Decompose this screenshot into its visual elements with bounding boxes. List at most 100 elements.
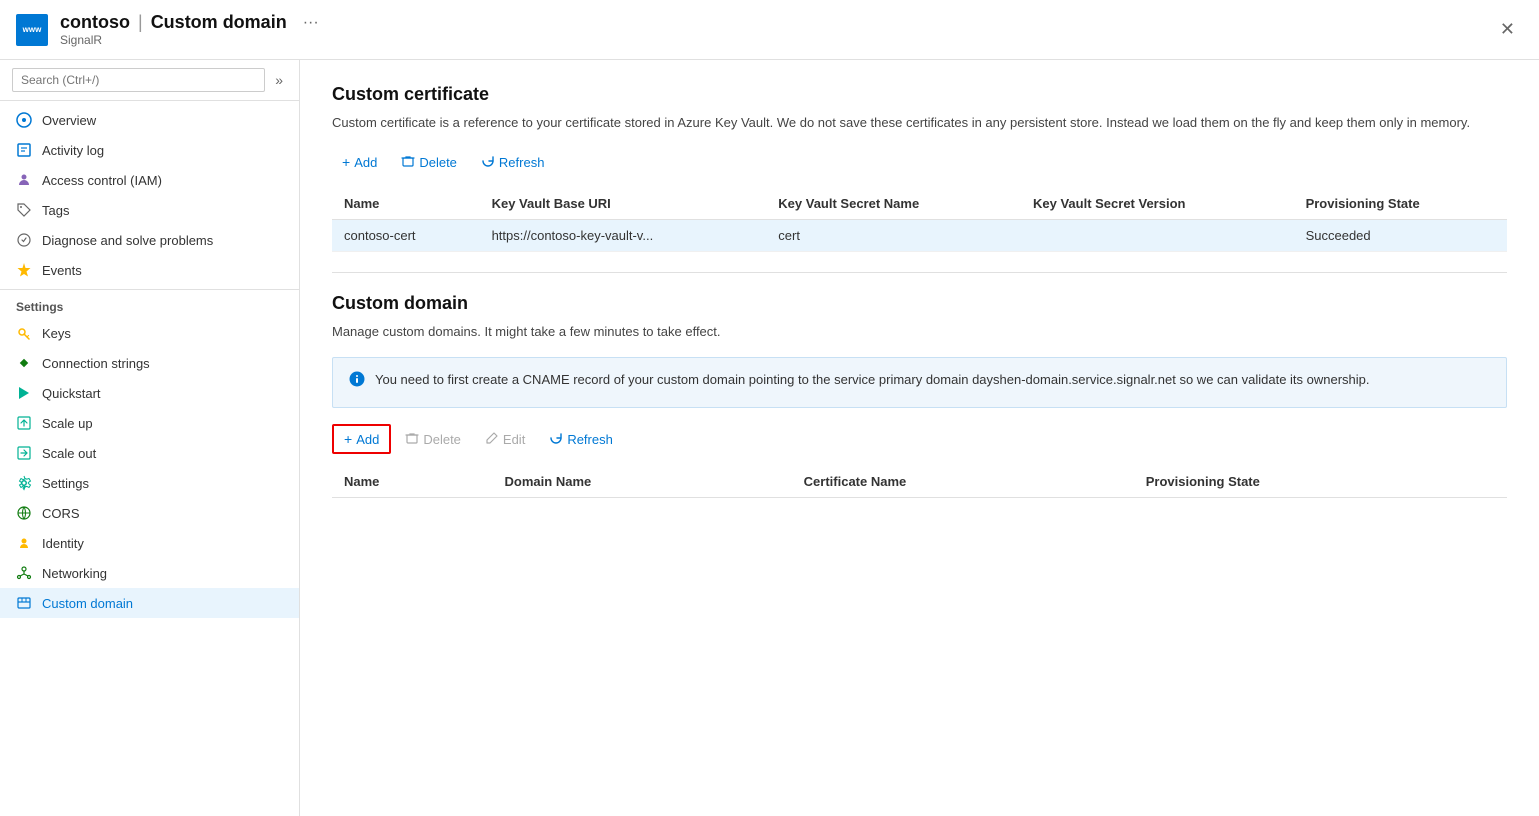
cert-row-secret-name: cert [766,219,1021,251]
title-ellipsis[interactable]: ··· [303,14,319,32]
cert-add-button[interactable]: + Add [332,149,387,175]
identity-icon [16,535,32,551]
activity-log-icon [16,142,32,158]
edit-icon [485,431,499,448]
cert-section-desc: Custom certificate is a reference to you… [332,113,1507,133]
scale-up-icon [16,415,32,431]
domain-section-title: Custom domain [332,293,1507,314]
domain-info-box: You need to first create a CNAME record … [332,357,1507,408]
sidebar-nav: Overview Activity log Access control (IA… [0,101,299,816]
cert-delete-button[interactable]: Delete [391,149,467,176]
cert-row-secret-version [1021,219,1294,251]
custom-domain-icon [16,595,32,611]
sidebar-item-label: Scale out [42,446,96,461]
overview-icon [16,112,32,128]
sidebar-search-area: » [0,60,299,101]
refresh-icon [481,154,495,171]
domain-refresh-button[interactable]: Refresh [539,426,623,453]
resource-icon: www [16,14,48,46]
networking-icon [16,565,32,581]
delete-icon [401,154,415,171]
sidebar-item-label: Quickstart [42,386,101,401]
cert-row-keyvault-uri: https://contoso-key-vault-v... [480,219,767,251]
sidebar-item-label: Scale up [42,416,93,431]
sidebar-item-label: Access control (IAM) [42,173,162,188]
scale-out-icon [16,445,32,461]
sidebar-item-keys[interactable]: Keys [0,318,299,348]
search-input[interactable] [12,68,265,92]
sidebar-item-tags[interactable]: Tags [0,195,299,225]
domain-edit-button[interactable]: Edit [475,426,535,453]
sidebar-item-label: Connection strings [42,356,150,371]
access-control-icon [16,172,32,188]
cert-section-title: Custom certificate [332,84,1507,105]
sidebar-item-label: Activity log [42,143,104,158]
domain-col-domain-name: Domain Name [493,466,792,498]
add-icon: + [342,154,350,170]
page-title: contoso | Custom domain ··· [60,12,319,33]
sidebar-item-label: Overview [42,113,96,128]
sidebar-item-scale-out[interactable]: Scale out [0,438,299,468]
sidebar-item-label: Keys [42,326,71,341]
diagnose-icon [16,232,32,248]
quickstart-icon [16,385,32,401]
sidebar-item-identity[interactable]: Identity [0,528,299,558]
settings-section-label: Settings [0,289,299,318]
sidebar-item-label: Networking [42,566,107,581]
cert-refresh-button[interactable]: Refresh [471,149,555,176]
sidebar-item-label: Events [42,263,82,278]
sidebar-item-connection-strings[interactable]: Connection strings [0,348,299,378]
domain-section-desc: Manage custom domains. It might take a f… [332,322,1507,342]
sidebar-item-custom-domain[interactable]: Custom domain [0,588,299,618]
cert-col-name: Name [332,188,480,220]
cert-row-name: contoso-cert [332,219,480,251]
sidebar-item-activity-log[interactable]: Activity log [0,135,299,165]
sidebar-item-access-control[interactable]: Access control (IAM) [0,165,299,195]
cert-section: Custom certificate Custom certificate is… [332,84,1507,252]
sidebar-item-label: Settings [42,476,89,491]
close-button[interactable]: ✕ [1492,15,1523,44]
sidebar-item-scale-up[interactable]: Scale up [0,408,299,438]
domain-col-name: Name [332,466,493,498]
cert-col-secret-version: Key Vault Secret Version [1021,188,1294,220]
sidebar-item-cors[interactable]: CORS [0,498,299,528]
domain-table: Name Domain Name Certificate Name Provis… [332,466,1507,498]
domain-col-provisioning: Provisioning State [1134,466,1507,498]
settings-icon [16,475,32,491]
add-icon: + [344,431,352,447]
cert-col-secret-name: Key Vault Secret Name [766,188,1021,220]
sidebar-item-label: Diagnose and solve problems [42,233,213,248]
sidebar-item-overview[interactable]: Overview [0,105,299,135]
sidebar-item-label: Identity [42,536,84,551]
connection-strings-icon [16,355,32,371]
sidebar-item-networking[interactable]: Networking [0,558,299,588]
sidebar: » Overview Activity log [0,60,300,816]
cert-col-provisioning: Provisioning State [1294,188,1507,220]
sidebar-item-label: Tags [42,203,69,218]
cert-table: Name Key Vault Base URI Key Vault Secret… [332,188,1507,252]
sidebar-item-diagnose[interactable]: Diagnose and solve problems [0,225,299,255]
main-content: Custom certificate Custom certificate is… [300,60,1539,816]
keys-icon [16,325,32,341]
info-icon [349,371,365,395]
domain-col-cert-name: Certificate Name [792,466,1134,498]
section-divider [332,272,1507,273]
domain-toolbar: + Add Delete Edit [332,424,1507,454]
cert-toolbar: + Add Delete Refresh [332,149,1507,176]
resource-subtitle: SignalR [60,33,319,47]
cert-table-row[interactable]: contoso-cert https://contoso-key-vault-v… [332,219,1507,251]
tags-icon [16,202,32,218]
sidebar-item-settings[interactable]: Settings [0,468,299,498]
refresh-icon [549,431,563,448]
sidebar-item-quickstart[interactable]: Quickstart [0,378,299,408]
cert-row-provisioning: Succeeded [1294,219,1507,251]
sidebar-collapse-button[interactable]: » [271,68,287,92]
events-icon [16,262,32,278]
sidebar-item-events[interactable]: Events [0,255,299,285]
domain-info-text: You need to first create a CNAME record … [375,370,1370,390]
title-bar: www contoso | Custom domain ··· SignalR … [0,0,1539,60]
domain-delete-button[interactable]: Delete [395,426,471,453]
domain-section: Custom domain Manage custom domains. It … [332,293,1507,499]
cors-icon [16,505,32,521]
domain-add-button[interactable]: + Add [332,424,391,454]
